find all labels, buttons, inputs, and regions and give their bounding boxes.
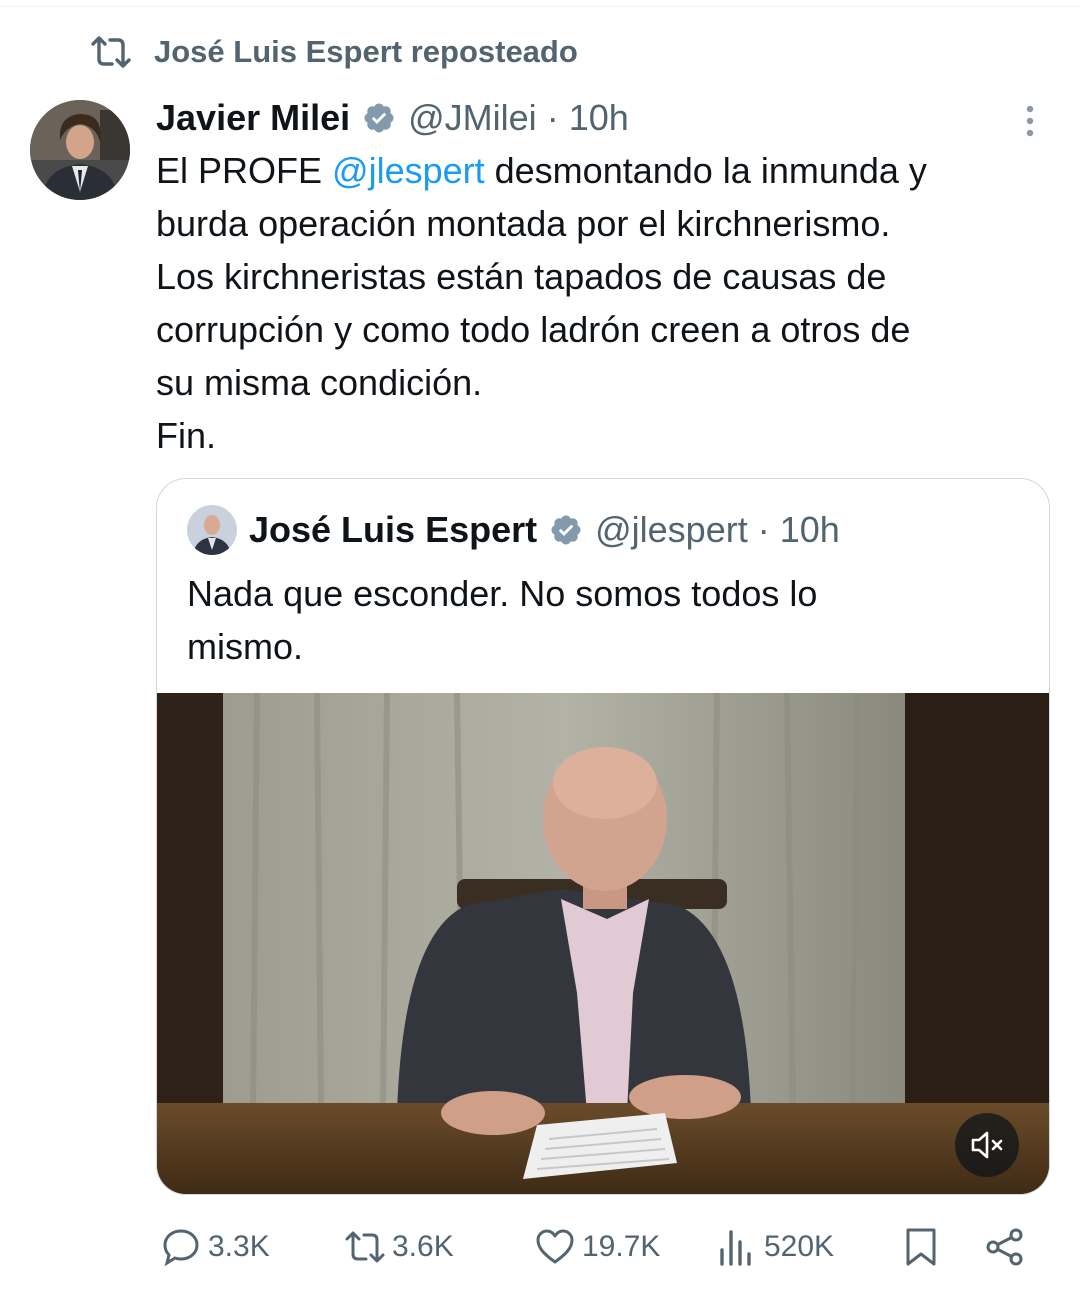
repost-label: José Luis Espert reposteado — [154, 34, 578, 69]
tweet-text-line2: burda operación montada por el kirchneri… — [156, 203, 891, 244]
tweet-text-line5: su misma condición. — [156, 362, 483, 403]
quoted-author-avatar[interactable] — [187, 505, 237, 555]
separator-dot: · — [757, 509, 770, 550]
tweet-text-line6: Fin. — [156, 415, 217, 456]
like-button[interactable]: 19.7K — [534, 1222, 660, 1272]
quoted-tweet-header: José Luis Espert @jlespert · 10h — [187, 505, 840, 555]
verified-badge-icon[interactable] — [362, 101, 396, 135]
mention-link[interactable]: @jlespert — [332, 150, 485, 191]
repost-icon — [345, 1231, 385, 1263]
quoted-video[interactable] — [157, 692, 1049, 1194]
quoted-author-name[interactable]: José Luis Espert — [249, 509, 537, 551]
tweet-text-line3: Los kirchneristas están tapados de causa… — [156, 256, 887, 297]
views-button[interactable]: 520K — [716, 1222, 834, 1272]
quoted-tweet-text: Nada que esconder. No somos todos lo mis… — [187, 567, 1007, 673]
mute-toggle-button[interactable] — [955, 1113, 1019, 1177]
reply-count: 3.3K — [208, 1230, 270, 1263]
quoted-tweet-card[interactable]: José Luis Espert @jlespert · 10h Nada qu… — [156, 478, 1050, 1195]
tweet-actions: 3.3K 3.6K 19.7K 520K — [160, 1222, 1040, 1272]
tweet-text: El PROFE @jlespert desmontando la inmund… — [156, 144, 1056, 462]
reply-button[interactable]: 3.3K — [160, 1222, 270, 1272]
author-handle[interactable]: @JMilei — [408, 97, 537, 139]
repost-icon — [91, 36, 131, 68]
repost-button[interactable]: 3.6K — [344, 1222, 454, 1272]
volume-muted-icon — [971, 1131, 1003, 1159]
repost-count: 3.6K — [392, 1230, 454, 1263]
reply-icon — [163, 1229, 199, 1267]
tweet-time[interactable]: 10h — [569, 97, 629, 139]
top-divider — [0, 6, 1080, 7]
separator-dot: · — [546, 97, 559, 138]
bookmark-button[interactable] — [900, 1222, 942, 1272]
avatar-image — [30, 100, 130, 200]
author-avatar[interactable] — [30, 100, 130, 200]
repost-context[interactable]: José Luis Espert reposteado — [90, 30, 578, 74]
tweet-text-line1-start: El PROFE — [156, 150, 333, 191]
tweet-header: Javier Milei @JMilei · 10h — [156, 96, 629, 140]
heart-icon — [536, 1229, 574, 1264]
video-frame — [157, 692, 1049, 1194]
quoted-tweet-time[interactable]: 10h — [780, 509, 840, 551]
quoted-text-line2: mismo. — [187, 626, 303, 667]
quoted-avatar-image — [187, 505, 237, 555]
view-count: 520K — [764, 1230, 835, 1263]
author-name[interactable]: Javier Milei — [156, 97, 350, 139]
share-button[interactable] — [984, 1222, 1026, 1272]
bookmark-icon — [906, 1228, 936, 1266]
verified-badge-icon[interactable] — [549, 513, 583, 547]
analytics-icon — [720, 1230, 751, 1266]
quoted-text-line1: Nada que esconder. No somos todos lo — [187, 573, 818, 614]
more-options-icon[interactable] — [1020, 104, 1040, 138]
tweet-text-line1-end: desmontando la inmunda y — [484, 150, 927, 191]
tweet-text-line4: corrupción y como todo ladrón creen a ot… — [156, 309, 911, 350]
quoted-author-handle[interactable]: @jlespert — [595, 509, 748, 551]
like-count: 19.7K — [582, 1230, 661, 1263]
share-icon — [986, 1228, 1023, 1266]
